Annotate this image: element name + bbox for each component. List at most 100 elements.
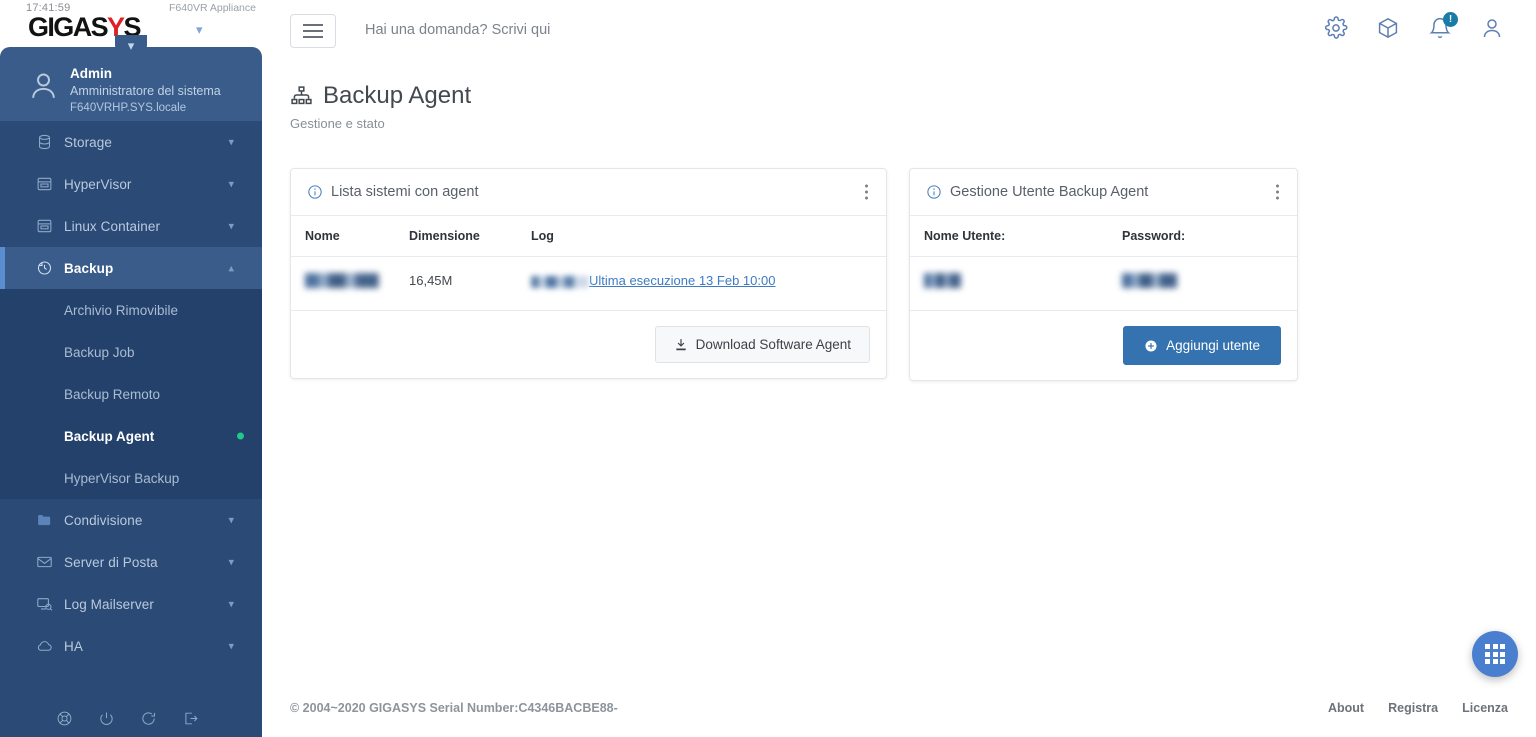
- logout-icon[interactable]: [182, 710, 199, 727]
- page-footer: © 2004~2020 GIGASYS Serial Number:C4346B…: [262, 685, 1536, 737]
- apps-fab-button[interactable]: [1472, 631, 1518, 677]
- footer-links: About Registra Licenza: [1328, 701, 1508, 715]
- sidebar-subitem-label: Archivio Rimovibile: [64, 303, 178, 318]
- sidebar-item-storage[interactable]: Storage ▾: [0, 121, 262, 163]
- card-header: Lista sistemi con agent: [291, 169, 886, 216]
- card-title: Lista sistemi con agent: [331, 184, 479, 200]
- restore-icon: [36, 260, 53, 277]
- sidebar-item-label: Log Mailserver: [64, 597, 154, 612]
- grid-cell: [1500, 644, 1505, 649]
- grid-cell: [1485, 644, 1490, 649]
- cell-dimensione: 16,45M: [409, 257, 531, 311]
- apps-grid-icon: [1485, 644, 1505, 664]
- sidebar-menu: Storage ▾ HyperVisor ▾ Linux Container ▾…: [0, 121, 262, 667]
- chevron-down-icon: ▾: [228, 178, 234, 191]
- profile-host: F640VRHP.SYS.locale: [70, 102, 186, 114]
- power-icon[interactable]: [98, 710, 115, 727]
- chevron-down-icon: ▾: [228, 598, 234, 611]
- card-title: Gestione Utente Backup Agent: [950, 184, 1148, 200]
- column-header-nome-utente: Nome Utente:: [910, 216, 1122, 257]
- plus-circle-icon: [1144, 339, 1158, 353]
- sidebar-subitem-label: Backup Job: [64, 345, 135, 360]
- aggiungi-utente-button[interactable]: Aggiungi utente: [1123, 326, 1281, 365]
- info-circle-icon: [307, 184, 323, 200]
- monitor-search-icon: [36, 596, 53, 613]
- card-gestione-utente: Gestione Utente Backup Agent Nome Utente…: [909, 168, 1298, 381]
- kebab-dot: [865, 191, 868, 194]
- logo-text-main: GIGAS: [28, 12, 107, 42]
- chevron-down-icon: ▾: [228, 136, 234, 149]
- copyright-text: © 2004~2020 GIGASYS Serial Number:C4346B…: [290, 701, 618, 715]
- logo-chevron-down-icon[interactable]: ▾: [196, 22, 203, 38]
- ask-question-input[interactable]: Hai una domanda? Scrivi qui: [365, 22, 550, 38]
- sidebar-item-hypervisor-backup[interactable]: HyperVisor Backup: [0, 457, 262, 499]
- packages-button[interactable]: [1376, 16, 1400, 42]
- notifications-button[interactable]: !: [1428, 16, 1452, 42]
- sidebar-item-condivisione[interactable]: Condivisione ▾: [0, 499, 262, 541]
- cards-container: Lista sistemi con agent Nome Dimensione …: [290, 168, 1298, 381]
- sidebar-subitem-label: Backup Remoto: [64, 387, 160, 402]
- notification-badge: !: [1443, 12, 1458, 27]
- footer-link-about[interactable]: About: [1328, 701, 1364, 715]
- footer-link-registra[interactable]: Registra: [1388, 701, 1438, 715]
- sidebar-item-label: Backup: [64, 261, 113, 276]
- page-subtitle: Gestione e stato: [290, 116, 471, 131]
- sidebar-item-ha[interactable]: HA ▾: [0, 625, 262, 667]
- kebab-dot: [1276, 197, 1279, 200]
- user-profile-panel[interactable]: ▾ Admin Amministratore del sistema F640V…: [0, 47, 262, 121]
- download-button-label: Download Software Agent: [696, 337, 851, 352]
- database-icon: [36, 134, 53, 151]
- kebab-menu-icon[interactable]: [1272, 181, 1283, 204]
- user-icon: [1480, 16, 1504, 40]
- column-header-dimensione: Dimensione: [409, 216, 531, 257]
- download-software-agent-button[interactable]: Download Software Agent: [655, 326, 870, 363]
- avatar-icon: [27, 69, 60, 102]
- menu-toggle-button[interactable]: [290, 14, 336, 48]
- sidebar-submenu-backup: Archivio Rimovibile Backup Job Backup Re…: [0, 289, 262, 499]
- grid-cell: [1500, 659, 1505, 664]
- page-title: Backup Agent: [290, 82, 471, 110]
- hamburger-icon-line: [303, 30, 323, 32]
- sidebar-item-label: HyperVisor: [64, 177, 132, 192]
- restart-icon[interactable]: [140, 710, 157, 727]
- envelope-icon: [36, 554, 53, 571]
- hamburger-icon-line: [303, 24, 323, 26]
- chevron-down-icon: ▾: [228, 220, 234, 233]
- sidebar-item-log-mailserver[interactable]: Log Mailserver ▾: [0, 583, 262, 625]
- sidebar-item-backup-agent[interactable]: Backup Agent: [0, 415, 262, 457]
- chevron-down-icon: ▾: [228, 514, 234, 527]
- sidebar-subitem-label: HyperVisor Backup: [64, 471, 179, 486]
- systems-table: Nome Dimensione Log ████████ 16,45M Ulti…: [291, 216, 886, 311]
- sidebar-item-backup[interactable]: Backup ▴: [0, 247, 262, 289]
- sidebar-item-linux-container[interactable]: Linux Container ▾: [0, 205, 262, 247]
- redacted-log-prefix: [531, 276, 589, 288]
- lifebuoy-icon[interactable]: [56, 710, 73, 727]
- top-right-icons: !: [1324, 16, 1504, 42]
- sidebar-item-label: Linux Container: [64, 219, 160, 234]
- users-table: Nome Utente: Password: ████ ██████: [910, 216, 1297, 311]
- settings-button[interactable]: [1324, 16, 1348, 42]
- cell-nome-utente: ████: [910, 257, 1122, 311]
- kebab-menu-icon[interactable]: [861, 181, 872, 204]
- window-icon: [36, 218, 53, 235]
- page-header: Backup Agent Gestione e stato: [290, 82, 471, 131]
- profile-role: Amministratore del sistema: [70, 84, 221, 98]
- card-lista-sistemi: Lista sistemi con agent Nome Dimensione …: [290, 168, 887, 379]
- sidebar-item-server-di-posta[interactable]: Server di Posta ▾: [0, 541, 262, 583]
- table-header-row: Nome Dimensione Log: [291, 216, 886, 257]
- grid-cell: [1485, 659, 1490, 664]
- profile-chevron-down-icon[interactable]: ▾: [115, 35, 147, 61]
- card-footer: Aggiungi utente: [910, 311, 1297, 380]
- sidebar-item-hypervisor[interactable]: HyperVisor ▾: [0, 163, 262, 205]
- account-button[interactable]: [1480, 16, 1504, 42]
- page-title-text: Backup Agent: [323, 82, 471, 110]
- appliance-label: F640VR Appliance: [169, 2, 256, 14]
- cube-icon: [1376, 16, 1400, 40]
- sidebar-item-backup-remoto[interactable]: Backup Remoto: [0, 373, 262, 415]
- sidebar-item-archivio-rimovibile[interactable]: Archivio Rimovibile: [0, 289, 262, 331]
- column-header-password: Password:: [1122, 216, 1297, 257]
- aggiungi-utente-label: Aggiungi utente: [1166, 338, 1260, 353]
- footer-link-licenza[interactable]: Licenza: [1462, 701, 1508, 715]
- sidebar-item-backup-job[interactable]: Backup Job: [0, 331, 262, 373]
- log-link[interactable]: Ultima esecuzione 13 Feb 10:00: [589, 273, 775, 288]
